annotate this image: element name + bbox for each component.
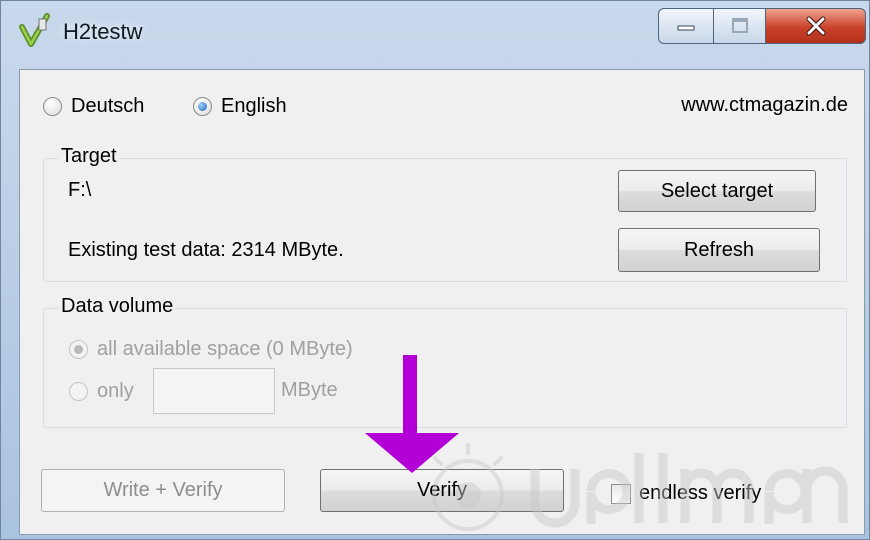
- close-button[interactable]: [766, 8, 866, 44]
- maximize-icon: [731, 18, 748, 33]
- mbyte-unit-label: MByte: [281, 379, 338, 401]
- endless-verify-checkbox[interactable]: [611, 484, 631, 504]
- all-space-radio[interactable]: all available space (0 MByte): [69, 338, 353, 361]
- only-radio[interactable]: only: [69, 380, 134, 403]
- title-bar[interactable]: H2testw: [1, 1, 869, 67]
- minimize-icon: [677, 25, 695, 31]
- refresh-button[interactable]: Refresh: [618, 228, 820, 272]
- radio-indicator: [69, 382, 88, 401]
- all-space-label: all available space (0 MByte): [97, 338, 353, 360]
- target-path: F:\: [68, 179, 92, 201]
- annotation-arrow: [365, 355, 459, 473]
- endless-verify-label: endless verify: [639, 482, 762, 504]
- target-group-label: Target: [58, 145, 120, 168]
- write-verify-button[interactable]: Write + Verify: [41, 469, 285, 512]
- data-volume-group-label: Data volume: [58, 295, 177, 318]
- language-deutsch-label: Deutsch: [71, 95, 145, 117]
- language-deutsch-radio[interactable]: Deutsch: [43, 95, 144, 118]
- h2testw-app-icon: [19, 13, 50, 47]
- window-controls: [658, 8, 866, 46]
- app-window: H2testw Deutsch English www.ctmagazin.de…: [0, 0, 870, 540]
- radio-indicator-checked: [69, 340, 88, 359]
- language-english-label: English: [221, 95, 287, 117]
- select-target-button[interactable]: Select target: [618, 170, 816, 212]
- amount-input[interactable]: [153, 368, 275, 414]
- radio-indicator: [43, 97, 62, 116]
- minimize-button[interactable]: [658, 8, 714, 44]
- close-icon: [806, 16, 825, 36]
- language-english-radio[interactable]: English: [193, 95, 287, 118]
- maximize-button[interactable]: [714, 8, 766, 44]
- radio-indicator-checked: [193, 97, 212, 116]
- website-label: www.ctmagazin.de: [681, 94, 848, 116]
- only-label: only: [97, 380, 134, 402]
- window-title: H2testw: [63, 19, 143, 44]
- existing-test-data: Existing test data: 2314 MByte.: [68, 239, 344, 261]
- verify-button[interactable]: Verify: [320, 469, 564, 512]
